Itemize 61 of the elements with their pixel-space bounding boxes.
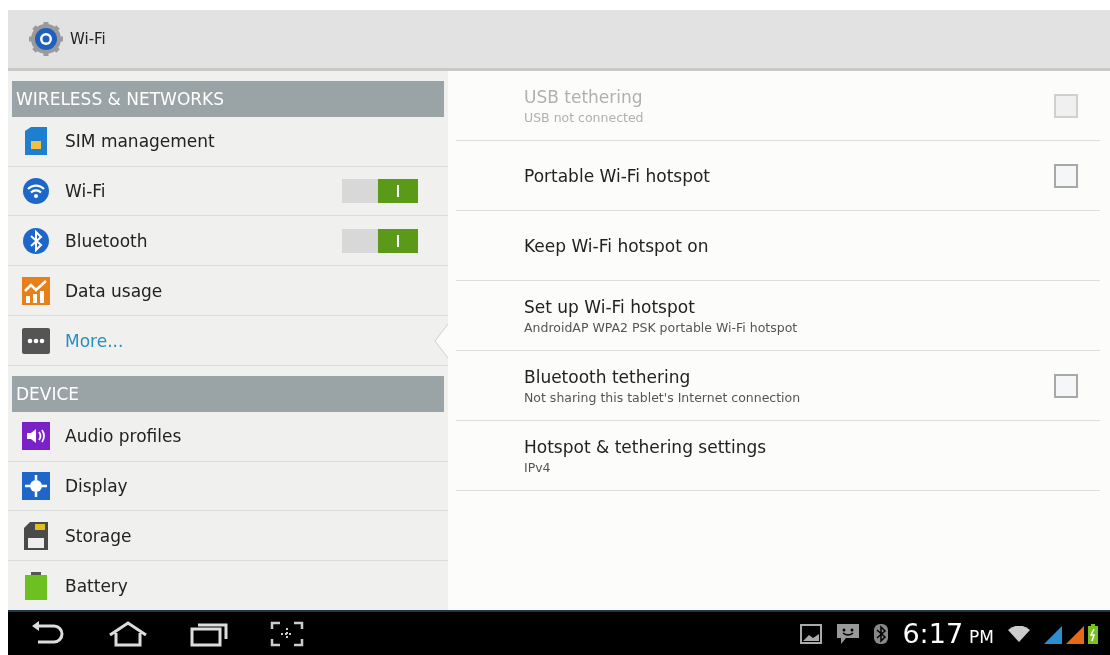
item-label: Battery (65, 575, 128, 596)
item-label: SIM management (65, 131, 215, 152)
toggle-switch[interactable] (342, 179, 418, 204)
wifi-icon (1008, 625, 1030, 642)
settings-icon (28, 21, 64, 57)
item-label: More... (65, 330, 124, 351)
battery-icon (1088, 623, 1098, 644)
preference-title: Hotspot & tethering settings (524, 436, 768, 457)
picture-icon (800, 623, 823, 644)
clock-time: 6:17 (902, 618, 964, 649)
settings-item[interactable]: Display (8, 461, 448, 512)
sim-card-icon (23, 127, 49, 156)
preference-summary: USB not connected (524, 109, 645, 125)
settings-item[interactable]: Battery (8, 561, 448, 610)
item-label: Wi-Fi (65, 181, 106, 202)
toggle-switch[interactable] (342, 228, 418, 253)
preference-row[interactable]: Hotspot & tethering settings IPv4 (456, 421, 1100, 491)
settings-item[interactable]: Storage (8, 511, 448, 562)
preference-row[interactable]: Keep Wi-Fi hotspot on (456, 211, 1100, 281)
settings-item[interactable]: Data usage (8, 266, 448, 317)
bluetooth-icon (874, 623, 889, 644)
checkbox[interactable] (1054, 373, 1078, 398)
preference-title: Portable Wi-Fi hotspot (524, 165, 711, 186)
settings-item[interactable]: Audio profiles (8, 411, 448, 462)
preference-title: Bluetooth tethering (524, 366, 692, 387)
screen-title: Wi-Fi (70, 30, 106, 48)
chat-icon (836, 622, 861, 645)
preference-summary: IPv4 (524, 459, 552, 475)
item-label: Bluetooth (65, 230, 148, 251)
item-label: Display (65, 476, 128, 496)
item-label: Data usage (65, 280, 163, 301)
section-header: DEVICE (12, 375, 444, 412)
screenshot-icon[interactable] (270, 620, 304, 647)
more-icon (22, 327, 50, 354)
brightness-icon (22, 472, 50, 500)
section-header: WIRELESS & NETWORKS (12, 81, 444, 117)
preference-title: Set up Wi-Fi hotspot (524, 296, 696, 317)
checkbox[interactable] (1054, 163, 1078, 188)
speaker-icon (22, 422, 50, 451)
bluetooth-icon (22, 226, 50, 255)
home-icon[interactable] (108, 620, 148, 647)
back-icon[interactable] (30, 620, 66, 647)
chart-icon (22, 276, 50, 305)
item-label: Audio profiles (65, 426, 182, 447)
preference-row[interactable]: Set up Wi-Fi hotspot AndroidAP WPA2 PSK portable Wi-Fi hotspot (456, 281, 1100, 351)
battery-icon (23, 571, 49, 600)
settings-item[interactable]: Bluetooth (8, 216, 448, 267)
preference-row[interactable]: Portable Wi-Fi hotspot (456, 141, 1100, 211)
settings-item[interactable]: Wi-Fi (8, 166, 448, 217)
preference-summary: AndroidAP WPA2 PSK portable Wi-Fi hotspot (524, 319, 799, 335)
sd-card-icon (23, 521, 49, 550)
wifi-icon (22, 177, 50, 206)
settings-item[interactable]: SIM management (8, 116, 448, 167)
signal-icon (1044, 625, 1062, 644)
preference-title: Keep Wi-Fi hotspot on (524, 235, 710, 256)
clock-meridiem: PM (969, 627, 994, 647)
signal-icon (1066, 625, 1084, 644)
item-label: Storage (65, 525, 132, 546)
preference-summary: Not sharing this tablet's Internet connection (524, 389, 802, 405)
preference-row[interactable]: Bluetooth tethering Not sharing this tablet's Internet connection (456, 351, 1100, 421)
preference-title: USB tethering (524, 86, 644, 107)
